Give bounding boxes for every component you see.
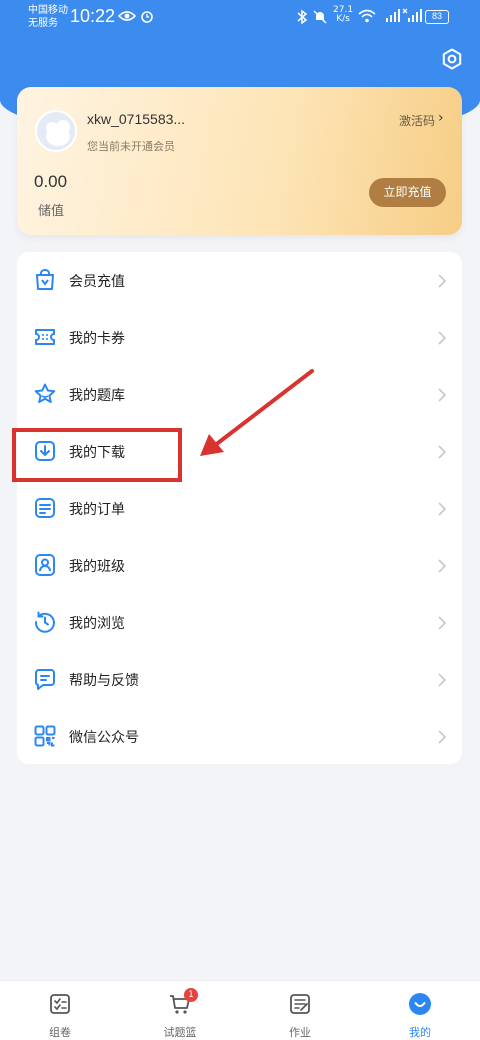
chevron-right-icon xyxy=(438,559,447,573)
bag-icon xyxy=(36,269,54,290)
status-bar: 中国移动 无服务 10:22 27.1 K/s 83 xyxy=(0,0,480,36)
chevron-right-icon xyxy=(438,331,447,345)
tab-mine[interactable]: 我的 xyxy=(360,981,480,1040)
menu-item-label: 我的题库 xyxy=(69,388,125,404)
menu-item-label: 我的浏览 xyxy=(69,616,125,632)
menu-item-wechat-official-account[interactable]: 微信公众号 xyxy=(17,708,462,765)
chevron-right-icon xyxy=(438,730,447,744)
balance-value: 0.00 xyxy=(34,172,68,191)
activation-code-link[interactable]: 激活码 xyxy=(399,112,435,129)
menu-item-label: 帮助与反馈 xyxy=(69,673,139,689)
chevron-right-icon[interactable]: › xyxy=(438,110,444,126)
homework-icon xyxy=(290,994,310,1014)
annotation-highlight-box xyxy=(12,428,182,482)
message-icon xyxy=(35,669,55,690)
menu-item-label: 我的班级 xyxy=(69,559,125,575)
paper-icon xyxy=(50,994,70,1014)
mute-bell-icon xyxy=(313,10,327,24)
tab-label: 组卷 xyxy=(49,1026,71,1039)
menu-item-label: 我的卡券 xyxy=(69,331,125,347)
network-speed: 27.1 K/s xyxy=(333,6,353,24)
tab-label: 我的 xyxy=(409,1026,431,1039)
signal-4g-icon xyxy=(386,9,400,22)
chevron-right-icon xyxy=(438,274,447,288)
chevron-right-icon xyxy=(438,616,447,630)
battery-level: 83 xyxy=(425,10,449,24)
recharge-button[interactable]: 立即充值 xyxy=(369,178,446,207)
carrier-info: 中国移动 无服务 xyxy=(28,4,68,30)
history-icon xyxy=(34,611,55,633)
settings-gear-icon[interactable] xyxy=(440,47,464,71)
bluetooth-icon xyxy=(297,9,308,25)
signal-no-service-icon xyxy=(402,8,422,22)
menu-item-help-feedback[interactable]: 帮助与反馈 xyxy=(17,651,462,708)
membership-status: 您当前未开通会员 xyxy=(87,140,175,153)
chevron-right-icon xyxy=(438,673,447,687)
balance-label: 储值 xyxy=(38,204,65,219)
order-icon xyxy=(35,498,55,518)
chevron-right-icon xyxy=(438,388,447,402)
menu-item-label: 微信公众号 xyxy=(69,730,139,746)
network-speed-unit: K/s xyxy=(336,14,350,24)
tab-compose-paper[interactable]: 组卷 xyxy=(0,981,120,1040)
menu-item-my-coupons[interactable]: 我的卡券 xyxy=(17,309,462,366)
avatar[interactable] xyxy=(35,110,77,152)
tab-question-basket[interactable]: 1 试题篮 xyxy=(120,981,240,1040)
tab-label: 作业 xyxy=(289,1026,311,1039)
menu-item-my-class[interactable]: 我的班级 xyxy=(17,537,462,594)
star-icon xyxy=(34,383,56,403)
tab-homework[interactable]: 作业 xyxy=(240,981,360,1040)
username: xkw_0715583... xyxy=(87,111,186,127)
chevron-right-icon xyxy=(438,502,447,516)
qrcode-icon xyxy=(34,725,56,747)
carrier-name: 中国移动 xyxy=(28,5,68,16)
menu-item-member-recharge[interactable]: 会员充值 xyxy=(17,252,462,309)
eye-icon xyxy=(118,11,136,21)
profile-icon xyxy=(409,993,431,1015)
menu-item-label: 会员充值 xyxy=(69,274,125,290)
menu-item-my-history[interactable]: 我的浏览 xyxy=(17,594,462,651)
chevron-right-icon xyxy=(438,445,447,459)
avatar-placeholder-icon xyxy=(37,112,75,150)
service-status: 无服务 xyxy=(28,18,58,29)
menu-item-my-question-bank[interactable]: 我的题库 xyxy=(17,366,462,423)
cart-count-badge: 1 xyxy=(184,988,198,1002)
clock: 10:22 xyxy=(70,6,116,26)
tab-label: 试题篮 xyxy=(163,1026,197,1039)
menu-item-label: 我的订单 xyxy=(69,502,125,518)
menu-list: 会员充值 我的卡券 我的题库 我的下载 我的订单 我的班级 我的浏览 帮助与反馈… xyxy=(17,252,462,764)
bottom-tab-bar: 组卷 1 试题篮 作业 我的 xyxy=(0,980,480,1040)
wifi-icon xyxy=(358,9,376,23)
user-icon xyxy=(35,554,55,576)
member-card: xkw_0715583... 您当前未开通会员 激活码 › 0.00 储值 立即… xyxy=(17,87,462,235)
alarm-icon xyxy=(141,11,153,23)
ticket-icon xyxy=(35,329,55,345)
menu-item-my-orders[interactable]: 我的订单 xyxy=(17,480,462,537)
